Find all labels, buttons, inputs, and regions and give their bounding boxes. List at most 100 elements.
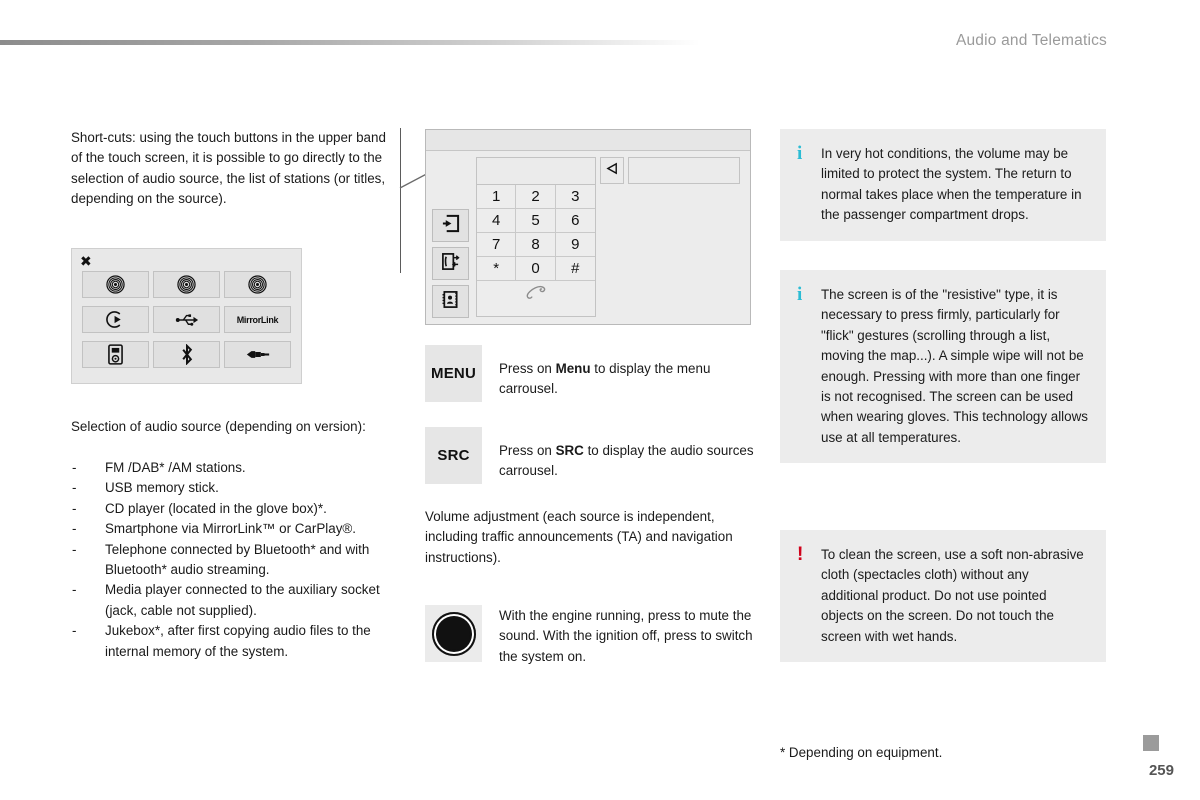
source-list-intro: Selection of audio source (depending on … [71,419,366,434]
handset-icon [525,285,547,305]
bluetooth-icon [180,344,194,365]
list-dash: - [72,460,77,475]
call-log-button[interactable] [432,247,469,280]
menu-key-row: MENU Press on Menu to display the menu c… [425,345,754,402]
volume-knob-description: With the engine running, press to mute t… [499,608,753,664]
src-desc-bold: SRC [555,443,584,458]
audio-source-list: - FM /DAB* /AM stations. - USB memory stic… [71,458,401,662]
src-key-description: Press on SRC to display the audio source… [499,427,754,482]
backspace-arrow-icon [605,162,619,180]
screen-top-band[interactable] [426,130,750,151]
list-item-label: Telephone connected by Bluetooth* and wi… [105,541,370,578]
list-dash: - [72,541,77,557]
source-button-aux[interactable] [224,341,291,368]
radio-dab-icon [177,275,196,294]
close-icon[interactable]: ✖ [80,254,94,268]
list-item-label: Jukebox*, after first copying audio file… [105,623,371,659]
list-item: - USB memory stick. [71,478,401,498]
audio-source-panel[interactable]: ✖ MirrorLink [71,248,302,384]
keypad-key-4[interactable]: 4 [477,209,517,233]
contact-name-field[interactable] [628,157,740,184]
cd-player-icon [106,310,125,329]
header-rule [0,40,700,45]
list-dash: - [72,521,77,537]
keypad-key-0[interactable]: 0 [516,257,556,281]
src-key-row: SRC Press on SRC to display the audio so… [425,427,754,484]
info-note-resistive-screen: i The screen is of the "resistive" type,… [780,270,1106,464]
audio-source-grid: MirrorLink [82,271,293,368]
media-player-icon [108,344,123,365]
dial-entry-icon [441,214,460,238]
list-dash: - [72,500,77,516]
source-button-cd[interactable] [82,306,149,333]
page-number: 259 [1148,762,1174,779]
radio-am-icon [248,275,267,294]
keypad-key-hash[interactable]: # [555,257,595,281]
list-item-label: Smartphone via MirrorLink™ or CarPlay®. [105,521,356,537]
warning-note-text: To clean the screen, use a soft non-abra… [821,547,1084,644]
list-item: - Jukebox*, after first copying audio fil… [71,621,401,662]
list-item: - Media player connected to the auxiliary… [71,580,401,621]
source-button-fm[interactable] [82,271,149,298]
list-item-label: USB memory stick. [105,480,219,496]
page-section-title: Audio and Telematics [955,32,1107,49]
info-icon: i [797,284,803,305]
info-icon: i [797,143,803,164]
volume-adjustment-paragraph: Volume adjustment (each source is indepe… [425,509,733,565]
phonebook-button[interactable] [432,285,469,318]
info-note-text: In very hot conditions, the volume may b… [821,146,1082,223]
keypad-key-3[interactable]: 3 [555,185,595,209]
dial-entry-button[interactable] [432,209,469,242]
keypad-key-5[interactable]: 5 [516,209,556,233]
menu-button[interactable]: MENU [425,345,482,402]
list-item-label: CD player (located in the glove box)*. [105,500,327,516]
source-button-bluetooth[interactable] [153,341,220,368]
keypad-keys: 1 2 3 4 5 6 7 8 9 * 0 # [477,185,595,281]
source-button-mirrorlink[interactable]: MirrorLink [224,306,291,333]
list-item: - CD player (located in the glove box)*. [71,499,401,519]
list-item: - Smartphone via MirrorLink™ or CarPlay®. [71,519,401,539]
menu-key-description: Press on Menu to display the menu carrou… [499,345,754,400]
keypad-key-8[interactable]: 8 [516,233,556,257]
left-column: Short-cuts: using the touch buttons in t… [71,128,401,210]
list-item: - FM /DAB* /AM stations. [71,458,401,478]
volume-knob-row: With the engine running, press to mute t… [425,605,757,667]
keypad-key-9[interactable]: 9 [555,233,595,257]
call-log-icon [441,252,460,276]
list-item-label: Media player connected to the auxiliary … [105,582,380,618]
keypad-number-display [477,158,595,185]
shortcuts-paragraph: Short-cuts: using the touch buttons in t… [71,130,386,207]
page-edge-marker [1143,735,1159,751]
source-button-usb[interactable] [153,306,220,333]
warning-icon: ! [797,544,804,565]
volume-knob-button[interactable] [425,605,482,662]
list-dash: - [72,623,77,639]
backspace-button[interactable] [600,157,624,184]
phone-side-buttons [432,158,470,318]
info-note-temperature: i In very hot conditions, the volume may… [780,129,1106,241]
src-desc-before: Press on [499,443,556,458]
source-button-am[interactable] [224,271,291,298]
menu-desc-bold: Menu [555,361,591,376]
list-dash: - [72,582,77,598]
keypad-key-star[interactable]: * [477,257,517,281]
list-dash: - [72,480,77,496]
call-button[interactable] [477,281,595,309]
aux-jack-icon [245,348,271,361]
list-item-label: FM /DAB* /AM stations. [105,460,246,475]
keypad-key-1[interactable]: 1 [477,185,517,209]
mirrorlink-icon: MirrorLink [236,314,279,325]
keypad-key-7[interactable]: 7 [477,233,517,257]
source-button-dab[interactable] [153,271,220,298]
phonebook-icon [441,290,460,314]
keypad-key-6[interactable]: 6 [555,209,595,233]
phone-keypad: 1 2 3 4 5 6 7 8 9 * 0 # [476,157,596,317]
list-item: - Telephone connected by Bluetooth* and w… [71,540,401,581]
warning-note-cleaning: ! To clean the screen, use a soft non-ab… [780,530,1106,663]
source-button-media-player[interactable] [82,341,149,368]
radio-fm-icon [106,275,125,294]
keypad-key-2[interactable]: 2 [516,185,556,209]
manual-page: Audio and Telematics Short-cuts: using t… [0,0,1200,800]
usb-icon [175,312,199,328]
src-button[interactable]: SRC [425,427,482,484]
